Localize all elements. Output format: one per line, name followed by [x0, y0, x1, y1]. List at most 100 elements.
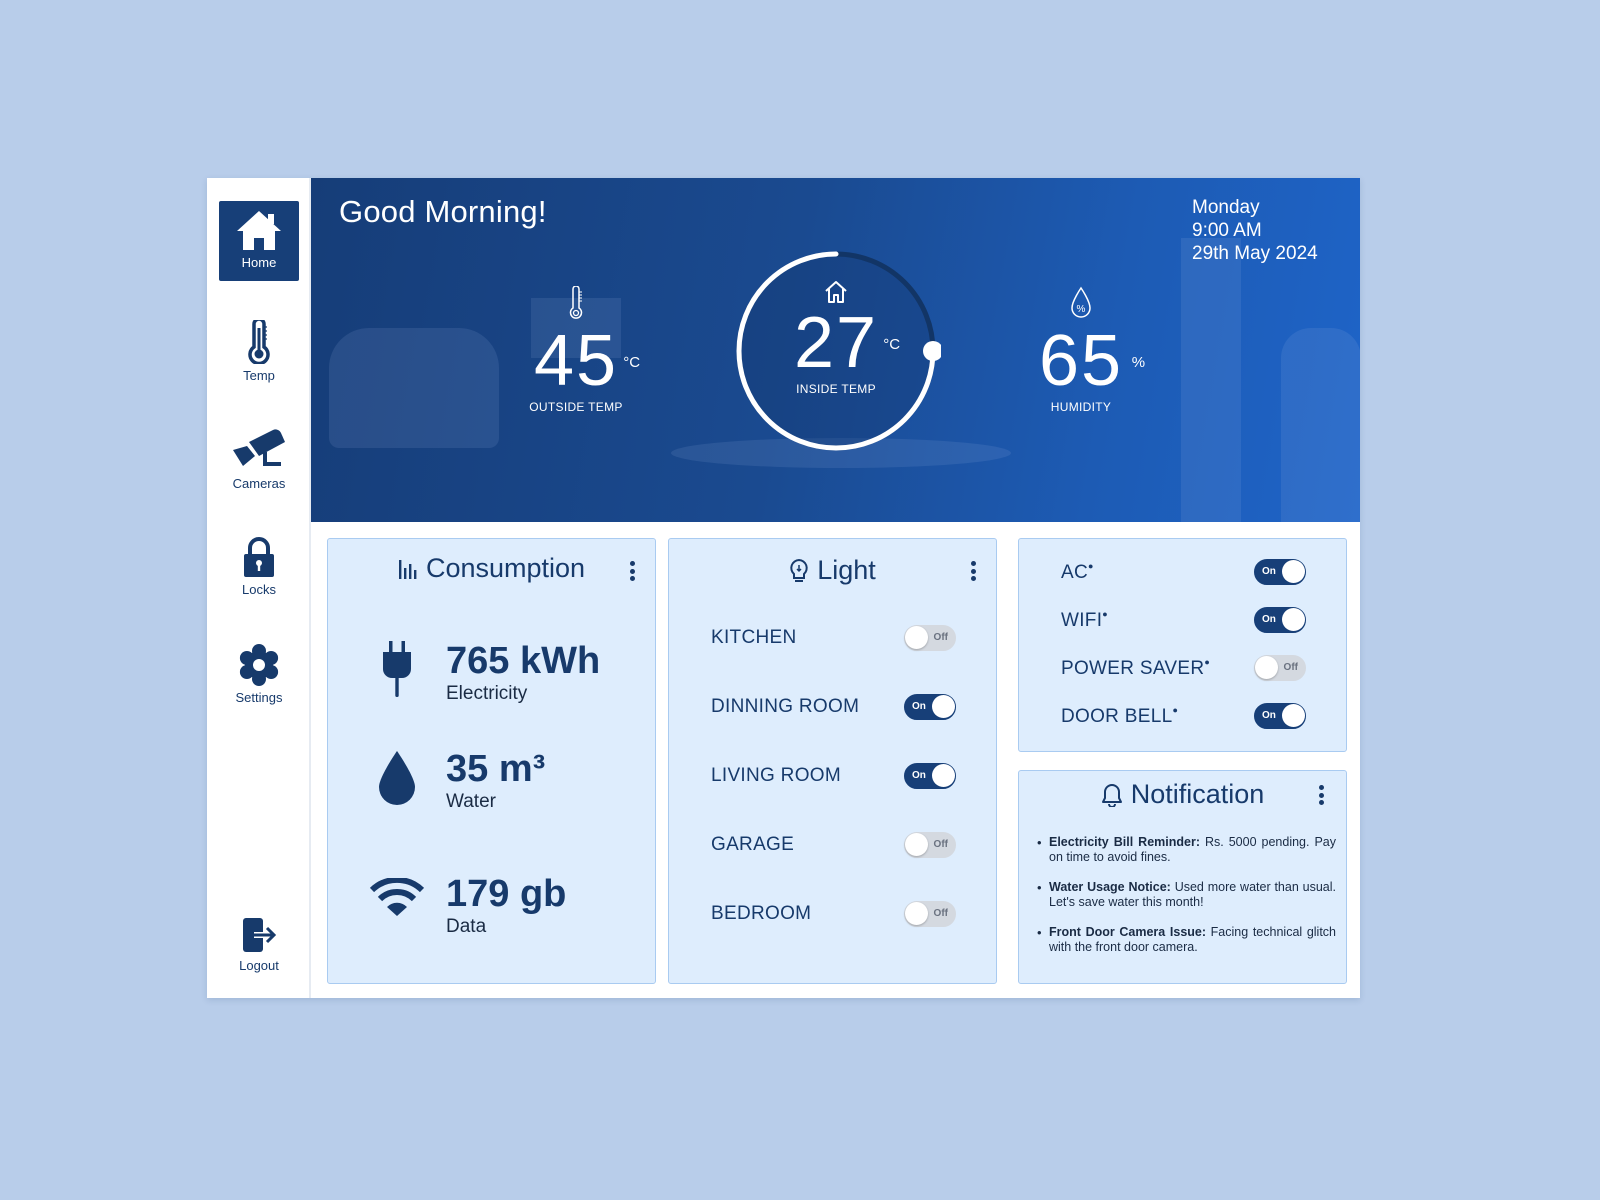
notification-item[interactable]: Electricity Bill Reminder: Rs. 5000 pend…	[1037, 835, 1336, 865]
background-chair-shape	[1281, 328, 1360, 522]
notification-item-title: Water Usage Notice:	[1049, 880, 1171, 894]
consumption-item-electricity: 765 kWh Electricity	[368, 641, 600, 705]
device-row-wifi: WIFI● On	[1061, 607, 1306, 633]
device-wifi-toggle[interactable]: On	[1254, 607, 1306, 633]
light-living-room-toggle[interactable]: On	[904, 763, 956, 789]
notification-more-button[interactable]	[1318, 785, 1324, 807]
water-drop-icon	[379, 751, 415, 805]
status-dot: ●	[1088, 560, 1094, 571]
datetime: Monday 9:00 AM 29th May 2024	[1192, 196, 1318, 265]
greeting: Good Morning!	[339, 194, 547, 229]
humidity-label: HUMIDITY	[1050, 400, 1112, 414]
toggle-knob	[1282, 560, 1305, 583]
wifi-icon	[369, 878, 425, 916]
room-name: BEDROOM	[711, 903, 812, 924]
status-dot: ●	[1204, 656, 1211, 667]
toggle-state-label: On	[1262, 710, 1276, 721]
inside-temp-gauge[interactable]: 27 °C INSIDE TEMP	[731, 246, 943, 456]
sidebar: Home Temp Cameras Locks Settings Logout	[207, 178, 311, 998]
logout-button[interactable]: Logout	[219, 916, 299, 973]
hero-banner: Good Morning! Monday 9:00 AM 29th May 20…	[311, 178, 1360, 522]
home-outline-icon	[825, 281, 847, 303]
consumption-item-data: 179 gb Data	[368, 874, 566, 938]
date-text: 29th May 2024	[1192, 243, 1318, 264]
light-kitchen-toggle[interactable]: Off	[904, 625, 956, 651]
sidebar-item-temp[interactable]: Temp	[219, 320, 299, 383]
logout-icon	[243, 918, 278, 952]
toggle-knob	[905, 833, 928, 856]
device-name: AC●	[1061, 560, 1094, 583]
notification-list: Electricity Bill Reminder: Rs. 5000 pend…	[1037, 835, 1336, 970]
toggle-knob	[905, 626, 928, 649]
status-dot: ●	[1172, 704, 1179, 715]
light-card: Light KITCHEN Off DINNING ROOM On LIVING…	[668, 538, 997, 984]
light-row-dinning-room: DINNING ROOM On	[711, 694, 956, 720]
notification-card: Notification Electricity Bill Reminder: …	[1018, 770, 1347, 984]
inside-temp-value: 27 °C	[793, 303, 901, 383]
inside-temp-label: INSIDE TEMP	[796, 382, 876, 396]
light-row-bedroom: BEDROOM Off	[711, 901, 956, 927]
light-row-garage: GARAGE Off	[711, 832, 956, 858]
lightbulb-icon	[790, 558, 808, 582]
device-name: DOOR BELL●	[1061, 704, 1179, 727]
thermometer-icon	[248, 320, 270, 364]
consumption-more-button[interactable]	[629, 561, 635, 583]
smart-home-dashboard: Home Temp Cameras Locks Settings Logout …	[207, 178, 1360, 998]
sidebar-item-home[interactable]: Home	[219, 201, 299, 281]
consumption-item-water: 35 m³ Water	[368, 749, 545, 813]
outside-temp: 45 °C OUTSIDE TEMP	[521, 286, 640, 414]
light-dinning-room-toggle[interactable]: On	[904, 694, 956, 720]
room-name: GARAGE	[711, 834, 795, 855]
toggle-state-label: On	[1262, 566, 1276, 577]
background-window-shape	[1181, 238, 1241, 522]
consumption-header: Consumption	[328, 553, 655, 584]
device-door-bell-toggle[interactable]: On	[1254, 703, 1306, 729]
room-name: KITCHEN	[711, 627, 797, 648]
toggle-knob	[932, 695, 955, 718]
device-row-door-bell: DOOR BELL● On	[1061, 703, 1306, 729]
toggle-state-label: On	[912, 770, 926, 781]
sidebar-item-label: Temp	[243, 368, 275, 383]
notification-header: Notification	[1019, 779, 1346, 810]
light-bedroom-toggle[interactable]: Off	[904, 901, 956, 927]
notification-item[interactable]: Front Door Camera Issue: Facing technica…	[1037, 925, 1336, 955]
toggle-knob	[1282, 608, 1305, 631]
device-ac-toggle[interactable]: On	[1254, 559, 1306, 585]
device-row-ac: AC● On	[1061, 559, 1306, 585]
toggle-state-label: Off	[1283, 662, 1298, 673]
notification-title: Notification	[1130, 779, 1265, 809]
toggle-knob	[932, 764, 955, 787]
humidity: % 65% HUMIDITY	[1031, 286, 1146, 414]
inside-temp-unit: °C	[883, 336, 901, 353]
logout-label: Logout	[239, 958, 279, 973]
plug-icon	[383, 641, 411, 697]
sidebar-item-settings[interactable]: Settings	[219, 644, 299, 705]
water-value: 35 m³	[446, 748, 546, 790]
background-sofa-shape	[329, 328, 499, 448]
toggle-knob	[905, 902, 928, 925]
notification-item[interactable]: Water Usage Notice: Used more water than…	[1037, 880, 1336, 910]
time-text: 9:00 AM	[1192, 220, 1262, 241]
light-garage-toggle[interactable]: Off	[904, 832, 956, 858]
home-icon	[237, 211, 281, 250]
bell-icon	[1101, 783, 1122, 807]
sidebar-item-label: Home	[241, 255, 277, 270]
sidebar-item-label: Cameras	[232, 476, 286, 491]
thermometer-icon	[569, 286, 583, 319]
humidity-value: 65%	[1038, 321, 1146, 401]
sidebar-item-cameras[interactable]: Cameras	[219, 428, 299, 491]
toggle-knob	[1282, 704, 1305, 727]
data-value: 179 gb	[446, 873, 567, 915]
toggle-state-label: Off	[933, 839, 948, 850]
humidity-drop-icon: %	[1071, 286, 1091, 318]
electricity-value: 765 kWh	[446, 640, 601, 682]
toggle-state-label: Off	[933, 632, 948, 643]
notification-item-title: Electricity Bill Reminder:	[1049, 835, 1200, 849]
device-name: WIFI●	[1061, 608, 1109, 631]
light-more-button[interactable]	[970, 561, 976, 583]
sidebar-item-locks[interactable]: Locks	[219, 536, 299, 597]
humidity-unit: %	[1131, 354, 1146, 371]
outside-temp-label: OUTSIDE TEMP	[529, 400, 623, 414]
sidebar-item-label: Settings	[235, 690, 283, 705]
device-power-saver-toggle[interactable]: Off	[1254, 655, 1306, 681]
